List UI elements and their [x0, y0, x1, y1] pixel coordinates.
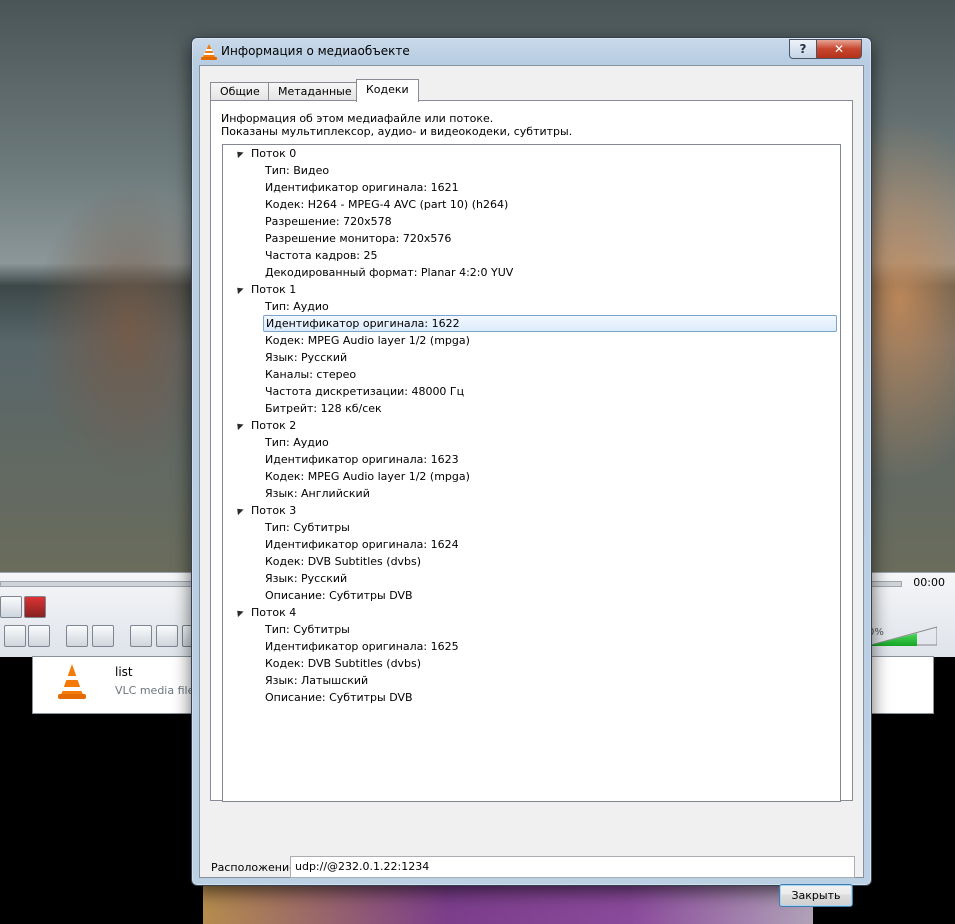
stream-label: Поток 4 — [251, 606, 297, 619]
stream-property-item[interactable]: Язык: Латышский — [265, 672, 368, 689]
playlist-item-title[interactable]: list — [115, 665, 133, 679]
stream-property-item[interactable]: Декодированный формат: Planar 4:2:0 YUV — [265, 264, 513, 281]
playlist-toggle-icon[interactable] — [0, 596, 22, 618]
close-button[interactable]: Закрыть — [779, 884, 853, 907]
help-icon: ? — [799, 42, 807, 56]
player-time: 00:00 — [913, 576, 945, 589]
stream-label: Поток 1 — [251, 283, 297, 296]
stream-node[interactable]: Поток 1 — [234, 281, 297, 298]
fullscreen-button[interactable] — [66, 625, 88, 647]
expand-arrow-icon[interactable] — [234, 505, 244, 516]
dialog-body: Общие Метаданные Кодеки Информация об эт… — [199, 65, 864, 907]
stream-property-item[interactable]: Идентификатор оригинала: 1624 — [265, 536, 459, 553]
stream-property-item[interactable]: Тип: Субтитры — [265, 519, 350, 536]
tab-metadata[interactable]: Метаданные — [268, 82, 362, 101]
vlc-cone-icon — [201, 44, 217, 60]
stream-property-item[interactable]: Идентификатор оригинала: 1625 — [265, 638, 459, 655]
stream-property-item[interactable]: Язык: Русский — [265, 570, 347, 587]
stream-property-item[interactable]: Описание: Субтитры DVB — [265, 587, 413, 604]
expand-arrow-icon[interactable] — [234, 148, 244, 159]
stream-property-item[interactable]: Идентификатор оригинала: 1623 — [265, 451, 459, 468]
stream-property-item[interactable]: Кодек: DVB Subtitles (dvbs) — [265, 655, 421, 672]
stream-property-item[interactable]: Тип: Аудио — [265, 298, 329, 315]
stream-label: Поток 0 — [251, 147, 297, 160]
stream-property-item[interactable]: Частота кадров: 25 — [265, 247, 378, 264]
extended-settings-button[interactable] — [92, 625, 114, 647]
stream-property-item[interactable]: Тип: Видео — [265, 162, 329, 179]
stream-property-item[interactable]: Идентификатор оригинала: 1622 — [263, 315, 837, 332]
stream-property-item[interactable]: Язык: Русский — [265, 349, 347, 366]
window-close-button[interactable]: ✕ — [816, 39, 862, 59]
tab-codecs[interactable]: Кодеки — [356, 79, 419, 102]
window-title: Информация о медиаобъекте — [221, 44, 410, 58]
stream-property-item[interactable]: Язык: Английский — [265, 485, 370, 502]
stream-property-item[interactable]: Разрешение монитора: 720x576 — [265, 230, 451, 247]
stream-property-item[interactable]: Кодек: MPEG Audio layer 1/2 (mpga) — [265, 332, 470, 349]
stream-property-item[interactable]: Кодек: MPEG Audio layer 1/2 (mpga) — [265, 468, 470, 485]
playlist-item-subtitle: VLC media file — [115, 684, 195, 697]
intro-line: Информация об этом медиафайле или потоке… — [221, 112, 494, 125]
stream-property-item[interactable]: Битрейт: 128 кб/сек — [265, 400, 382, 417]
stream-node[interactable]: Поток 0 — [234, 145, 297, 162]
expand-arrow-icon[interactable] — [234, 420, 244, 431]
close-icon: ✕ — [833, 42, 845, 56]
stream-node[interactable]: Поток 3 — [234, 502, 297, 519]
tab-general[interactable]: Общие — [210, 82, 270, 101]
stream-property-item[interactable]: Идентификатор оригинала: 1621 — [265, 179, 459, 196]
stream-property-item[interactable]: Разрешение: 720x578 — [265, 213, 392, 230]
playlist-button[interactable] — [130, 625, 152, 647]
stream-property-item[interactable]: Кодек: H264 - MPEG-4 AVC (part 10) (h264… — [265, 196, 508, 213]
loop-button[interactable] — [156, 625, 178, 647]
stream-node[interactable]: Поток 4 — [234, 604, 297, 621]
location-field[interactable] — [290, 856, 855, 878]
codecs-panel: Информация об этом медиафайле или потоке… — [210, 100, 853, 802]
volume-slider[interactable] — [871, 626, 937, 646]
stream-property-item[interactable]: Тип: Аудио — [265, 434, 329, 451]
stream-property-item[interactable]: Описание: Субтитры DVB — [265, 689, 413, 706]
media-info-dialog: Информация о медиаобъекте ? ✕ Общие Мета… — [191, 37, 872, 907]
expand-arrow-icon[interactable] — [234, 284, 244, 295]
title-bar[interactable]: Информация о медиаобъекте ? ✕ — [192, 38, 871, 65]
stream-property-item[interactable]: Частота дискретизации: 48000 Гц — [265, 383, 464, 400]
help-button[interactable]: ? — [789, 39, 817, 59]
stream-property-item[interactable]: Кодек: DVB Subtitles (dvbs) — [265, 553, 421, 570]
streams-tree[interactable]: Поток 0 Тип: Видео Идентификатор оригинала… — [222, 144, 841, 802]
location-label: Расположение: — [211, 861, 300, 874]
stream-property-item[interactable]: Каналы: стерео — [265, 366, 356, 383]
vlc-cone-icon — [58, 664, 86, 699]
expand-arrow-icon[interactable] — [234, 607, 244, 618]
intro-line: Показаны мультиплексор, аудио- и видеоко… — [221, 125, 573, 138]
codecs-description: Информация об этом медиафайле или потоке… — [221, 112, 572, 138]
next-button[interactable] — [28, 625, 50, 647]
record-icon[interactable] — [24, 596, 46, 618]
stream-label: Поток 2 — [251, 419, 297, 432]
stop-button[interactable] — [4, 625, 26, 647]
stream-node[interactable]: Поток 2 — [234, 417, 297, 434]
stream-label: Поток 3 — [251, 504, 297, 517]
stream-property-item[interactable]: Тип: Субтитры — [265, 621, 350, 638]
